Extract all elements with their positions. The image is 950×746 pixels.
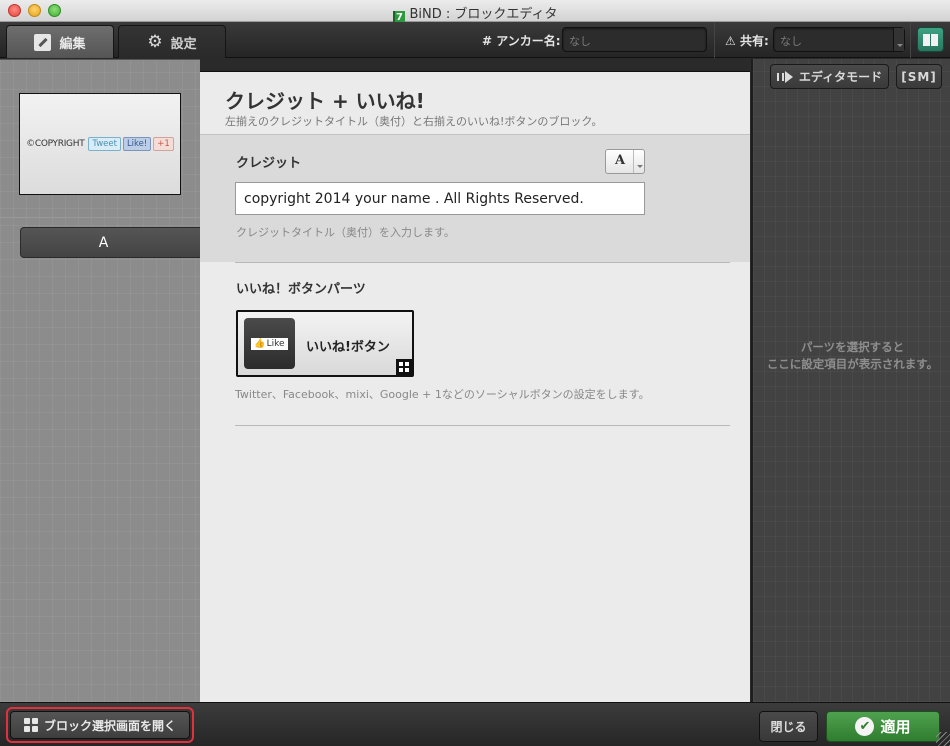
preview-like-badge: Like! — [122, 137, 152, 151]
preview-copyright: ©COPYRIGHT — [26, 139, 85, 149]
editor-mode-button[interactable]: エディタモード — [770, 64, 889, 89]
grid-icon — [396, 359, 412, 375]
share-select[interactable]: なし — [773, 27, 905, 52]
apply-label: 適用 — [880, 718, 911, 736]
arrow-right-icon — [776, 70, 793, 83]
bottom-bar: ブロック選択画面を開く 閉じる ✔ 適用 — [0, 702, 950, 746]
title-bar: 7 BiND : ブロックエディタ — [0, 0, 950, 25]
pencil-icon — [34, 33, 52, 51]
block-title: クレジット + いいね! — [225, 89, 425, 113]
like-part-name: いいね!ボタン — [306, 340, 390, 355]
resize-grip-icon[interactable] — [936, 732, 950, 746]
thumbs-up-icon: 👍 — [254, 338, 266, 349]
share-label-wrap: ⚠︎ 共有: — [725, 32, 769, 49]
part-settings-hint: パーツを選択すると ここに設定項目が表示されます。 — [753, 339, 950, 373]
open-block-selector-button[interactable]: ブロック選択画面を開く — [6, 707, 194, 743]
close-button[interactable]: 閉じる — [759, 711, 818, 742]
font-style-button[interactable]: A — [605, 149, 645, 174]
toolbar-separator — [910, 22, 911, 58]
chevron-down-icon — [893, 28, 904, 51]
credit-text-input[interactable] — [235, 182, 645, 215]
credit-section: クレジット A クレジットタイトル（奥付）を入力します。 — [200, 134, 750, 262]
block-preview-thumbnail[interactable]: ©COPYRIGHT Tweet Like! +1 — [19, 93, 181, 195]
like-badge-text: Like — [266, 338, 285, 349]
manual-button[interactable] — [917, 27, 944, 52]
like-parts-label: いいね！ボタンパーツ — [236, 282, 366, 297]
anchor-name-input[interactable]: なし — [562, 27, 707, 52]
open-block-selector-label: ブロック選択画面を開く — [43, 718, 176, 733]
divider — [0, 217, 200, 218]
share-value: なし — [780, 35, 802, 48]
credit-help-text: クレジットタイトル（奥付）を入力します。 — [236, 226, 455, 239]
divider — [235, 262, 730, 263]
tab-edit-label: 編集 — [59, 36, 86, 52]
gear-icon: ⚙ — [147, 31, 163, 52]
variation-a-button[interactable]: A — [20, 227, 205, 258]
hint-line-2: ここに設定項目が表示されます。 — [766, 357, 939, 371]
toolbar-separator — [714, 22, 715, 58]
checkmark-icon: ✔ — [855, 717, 875, 736]
preview-plusone-badge: +1 — [153, 137, 174, 151]
apply-button[interactable]: ✔ 適用 — [826, 711, 940, 742]
block-preview-panel: ©COPYRIGHT Tweet Like! +1 A — [0, 59, 205, 702]
block-editor-panel: クレジット + いいね! 左揃えのクレジットタイトル（奥付）と右揃えのいいね!ボ… — [200, 72, 750, 702]
anchor-label: # アンカー名: — [482, 34, 561, 48]
center-top-strip — [200, 59, 750, 72]
anchor-name-value: なし — [569, 35, 591, 48]
tab-settings[interactable]: ⚙ 設定 — [118, 25, 226, 58]
preview-tweet-badge: Tweet — [88, 137, 121, 151]
share-label: 共有: — [739, 34, 769, 48]
sm-button[interactable]: [SM] — [896, 64, 942, 89]
chevron-down-icon — [633, 150, 644, 173]
like-part-thumbnail: 👍 Like — [244, 318, 295, 369]
window-title: BiND : ブロックエディタ — [409, 7, 558, 22]
like-button-part-tile[interactable]: 👍 Like いいね!ボタン — [236, 310, 414, 377]
editor-mode-label: エディタモード — [798, 70, 883, 84]
hint-line-1: パーツを選択すると — [800, 340, 905, 354]
block-description: 左揃えのクレジットタイトル（奥付）と右揃えのいいね!ボタンのブロック。 — [225, 115, 603, 128]
like-badge: 👍 Like — [251, 337, 288, 350]
like-parts-help-text: Twitter、Facebook、mixi、Google + 1などのソーシャル… — [235, 388, 650, 401]
toolbar: 編集 ⚙ 設定 # アンカー名: なし ⚠︎ 共有: なし — [0, 22, 950, 58]
part-settings-panel: エディタモード [SM] パーツを選択すると ここに設定項目が表示されます。 — [751, 59, 950, 702]
tab-edit[interactable]: 編集 — [6, 25, 114, 58]
tab-settings-label: 設定 — [170, 36, 197, 52]
divider — [235, 425, 730, 426]
grid-icon — [23, 718, 38, 732]
credit-label: クレジット — [236, 156, 302, 171]
share-triangle-icon: ⚠︎ — [725, 34, 736, 48]
book-icon — [923, 33, 938, 46]
font-icon: A — [615, 153, 626, 168]
open-block-selector-inner: ブロック選択画面を開く — [10, 711, 190, 739]
